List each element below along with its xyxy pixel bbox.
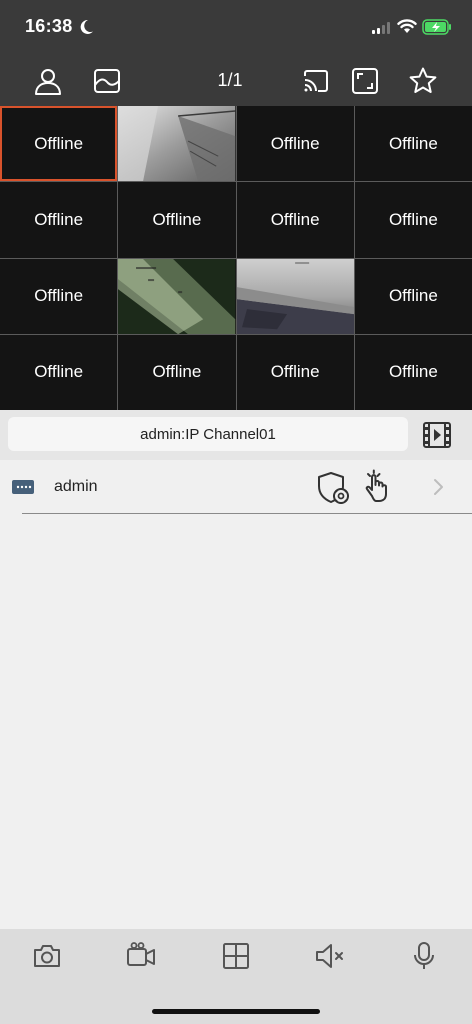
channel-bar: admin:IP Channel01 (0, 410, 472, 460)
offline-label: Offline (34, 133, 84, 153)
camera-cell-9[interactable]: Offline (0, 258, 118, 334)
camera-cell-4[interactable]: Offline (354, 106, 472, 182)
offline-label: Offline (388, 133, 438, 153)
home-indicator[interactable] (152, 1009, 320, 1014)
camera-cell-2[interactable] (118, 106, 236, 182)
moon-icon (80, 19, 93, 34)
battery-icon (422, 19, 451, 35)
camera-cell-16[interactable]: Offline (354, 334, 472, 410)
mute-icon[interactable] (314, 940, 346, 972)
playback-icon[interactable] (420, 418, 454, 452)
grid-layout-icon[interactable] (220, 940, 252, 972)
camera-cell-5[interactable]: Offline (0, 182, 118, 258)
status-time: 16:38 (25, 16, 73, 36)
video-feed-room (236, 258, 354, 334)
offline-label: Offline (152, 362, 202, 382)
image-icon[interactable] (92, 66, 122, 96)
offline-label: Offline (270, 362, 320, 382)
touch-control-icon[interactable] (360, 468, 396, 504)
camera-icon[interactable] (31, 940, 63, 972)
camera-cell-7[interactable]: Offline (236, 182, 354, 258)
shield-settings-icon[interactable] (316, 470, 352, 506)
camera-cell-8[interactable]: Offline (354, 182, 472, 258)
camera-cell-1[interactable]: Offline (0, 106, 118, 182)
camera-cell-11[interactable] (236, 258, 354, 334)
camera-cell-12[interactable]: Offline (354, 258, 472, 334)
offline-label: Offline (34, 362, 84, 382)
live-view-toolbar: 1/1 (0, 56, 472, 106)
row-divider (22, 513, 472, 514)
offline-label: Offline (270, 133, 320, 153)
offline-label: Offline (152, 209, 202, 229)
offline-label: Offline (34, 209, 84, 229)
camera-cell-14[interactable]: Offline (118, 334, 236, 410)
cellular-signal-icon (372, 22, 390, 34)
device-row[interactable]: admin (0, 460, 472, 514)
camera-cell-13[interactable]: Offline (0, 334, 118, 410)
star-icon[interactable] (408, 66, 438, 96)
video-feed-night (118, 258, 236, 334)
cast-icon[interactable] (301, 66, 331, 96)
page-indicator: 1/1 (217, 70, 243, 90)
offline-label: Offline (388, 209, 438, 229)
user-icon[interactable] (33, 66, 63, 96)
channel-selector[interactable]: admin:IP Channel01 (8, 417, 408, 451)
camera-cell-15[interactable]: Offline (236, 334, 354, 410)
camera-cell-3[interactable]: Offline (236, 106, 354, 182)
offline-label: Offline (388, 362, 438, 382)
camera-cell-10[interactable] (118, 258, 236, 334)
microphone-icon[interactable] (408, 940, 440, 972)
fullscreen-icon[interactable] (350, 66, 380, 96)
offline-label: Offline (34, 286, 84, 306)
offline-label: Offline (270, 209, 320, 229)
camera-cell-6[interactable]: Offline (118, 182, 236, 258)
device-name: admin (54, 478, 98, 495)
channel-label: admin:IP Channel01 (140, 425, 276, 443)
camera-grid: Offline Offline Offline Offline Offline … (0, 106, 472, 410)
video-record-icon[interactable] (125, 940, 157, 972)
status-bar: 16:38 (0, 0, 472, 56)
chevron-right-icon[interactable] (428, 477, 448, 497)
offline-label: Offline (388, 286, 438, 306)
wifi-icon (397, 19, 417, 33)
video-feed-ceiling (118, 106, 236, 182)
dvr-device-icon (12, 480, 34, 494)
